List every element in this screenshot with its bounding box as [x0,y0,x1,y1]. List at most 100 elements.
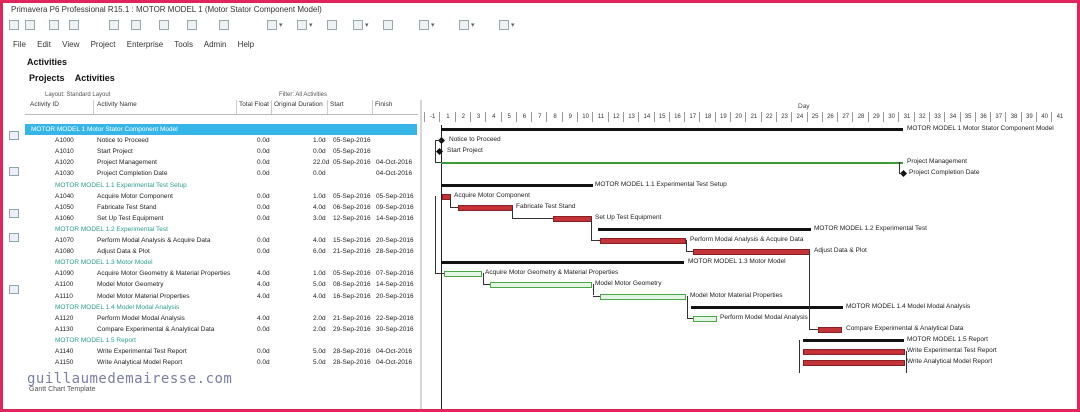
timescale-icon[interactable] [459,20,469,30]
sort-icon[interactable] [383,20,393,30]
summary-bar[interactable] [691,305,843,309]
table-row[interactable]: A1150 Write Analytical Model Report 0.0d 5.… [25,357,417,368]
filter-icon[interactable] [327,20,337,30]
summary-bar[interactable] [803,338,904,342]
day-cell: 15 [653,112,670,122]
critical-bar[interactable] [600,238,686,244]
refresh-icon[interactable] [69,20,79,30]
chevron-down-icon[interactable]: ▾ [471,21,475,29]
table-row[interactable]: A1030 Project Completion Date 0.0d 0.0d 04-O… [25,168,417,179]
layout-icon[interactable] [267,20,277,30]
wbs-icon[interactable] [9,131,19,140]
chevron-down-icon[interactable]: ▾ [431,21,435,29]
wbs-row[interactable]: MOTOR MODEL 1.3 Motor Model [25,257,417,268]
cursor-icon[interactable] [109,20,119,30]
print-icon[interactable] [499,20,509,30]
table-row[interactable]: A1090 Acquire Motor Geometry & Material P… [25,268,417,279]
table-row[interactable]: A1080 Adjust Data & Plot 0.0d 6.0d 21-Sep-20… [25,246,417,257]
table-row[interactable]: A1110 Model Motor Material Properties 4.0d… [25,291,417,302]
activity-bar[interactable] [693,315,717,322]
wbs-row[interactable]: MOTOR MODEL 1.4 Model Modal Analysis [25,302,417,313]
table-row[interactable]: A1070 Perform Modal Analysis & Acquire Da… [25,235,417,246]
col-finish[interactable]: Finish [375,101,392,108]
level-icon[interactable] [187,20,197,30]
group-icon[interactable] [353,20,363,30]
table-row[interactable]: A1020 Project Management 0.0d 22.0d 05-Sep-2… [25,157,417,168]
table-row[interactable]: A1120 Perform Model Modal Analysis 4.0d 2.0… [25,313,417,324]
resources-icon[interactable] [9,209,19,218]
menu-admin[interactable]: Admin [204,40,227,49]
col-activity-name[interactable]: Activity Name [97,101,137,108]
finish-cell: 04-Oct-2016 [376,359,413,367]
menu-tools[interactable]: Tools [174,40,193,49]
gantt-bar-label: Project Management [907,158,967,166]
day-cell: 11 [592,112,608,122]
menu-enterprise[interactable]: Enterprise [127,40,163,49]
activity-bar[interactable] [444,271,482,278]
summary-bar[interactable] [441,183,593,187]
menu-edit[interactable]: Edit [37,40,51,49]
tab-activities[interactable]: Activities [75,73,115,83]
critical-bar[interactable] [818,326,842,333]
pane-splitter[interactable] [420,100,422,409]
critical-bar[interactable] [803,360,905,367]
table-row[interactable]: A1100 Model Motor Geometry 4.0d 5.0d 08-Sep-… [25,279,417,290]
details-icon[interactable] [9,167,19,176]
col-total-float[interactable]: Total Float [239,101,269,108]
table-row[interactable]: A1010 Start Project 0.0d 0.0d 05-Sep-2016 [25,146,417,157]
column-divider[interactable] [327,100,328,114]
column-divider[interactable] [93,100,94,114]
expand-icon[interactable] [9,285,19,294]
critical-bar[interactable] [458,204,513,211]
table-row[interactable]: A1050 Fabricate Test Stand 0.0d 4.0d 06-Sep-… [25,202,417,213]
activity-bar[interactable] [600,293,686,300]
col-original-duration[interactable]: Original Duration [274,101,323,108]
wbs-row[interactable]: MOTOR MODEL 1.2 Experimental Test [25,224,417,235]
forward-icon[interactable] [25,20,35,30]
layout-label[interactable]: Layout: Standard Layout [45,92,110,98]
chevron-down-icon[interactable]: ▾ [279,21,283,29]
relationship-line [899,162,900,174]
critical-bar[interactable] [693,249,810,256]
column-divider[interactable] [271,100,272,114]
duration-cell: 0.0d [313,148,326,156]
table-row[interactable]: A1000 Notice to Proceed 0.0d 1.0d 05-Sep-201… [25,135,417,146]
day-cell: 3 [469,112,486,122]
schedule-icon[interactable] [159,20,169,30]
menu-project[interactable]: Project [91,40,116,49]
col-start[interactable]: Start [330,101,344,108]
activity-bar[interactable] [490,282,592,289]
calendar-icon[interactable] [219,20,229,30]
summary-bar[interactable] [598,227,811,231]
critical-bar[interactable] [803,349,905,355]
table-row[interactable]: A1140 Write Experimental Test Report 0.0d 5… [25,346,417,357]
menu-help[interactable]: Help [238,40,254,49]
table-row[interactable]: A1040 Acquire Motor Component 0.0d 1.0d 05-S… [25,191,417,202]
table-row[interactable]: A1060 Set Up Test Equipment 0.0d 3.0d 12-Sep… [25,213,417,224]
columns-icon[interactable] [297,20,307,30]
menu-file[interactable]: File [13,40,26,49]
column-divider[interactable] [236,100,237,114]
wbs-row[interactable]: MOTOR MODEL 1.1 Experimental Test Setup [25,180,417,191]
summary-bar[interactable] [441,128,903,131]
undo-icon[interactable] [49,20,59,30]
activity-id-cell: A1010 [55,148,74,156]
table-row[interactable]: A1130 Compare Experimental & Analytical D… [25,324,417,335]
column-divider[interactable] [372,100,373,114]
wbs-row[interactable]: MOTOR MODEL 1.5 Report [25,335,417,346]
zoom-icon[interactable] [131,20,141,30]
bars-icon[interactable] [419,20,429,30]
col-activity-id[interactable]: Activity ID [30,101,59,108]
critical-bar[interactable] [553,215,592,222]
back-icon[interactable] [9,20,19,30]
chevron-down-icon[interactable]: ▾ [511,21,515,29]
summary-bar[interactable] [441,261,684,265]
chevron-down-icon[interactable]: ▾ [365,21,369,29]
level-of-effort-bar[interactable] [441,162,903,165]
tab-projects[interactable]: Projects [29,73,65,83]
relationships-icon[interactable] [9,233,19,242]
chevron-down-icon[interactable]: ▾ [309,21,313,29]
wbs-row[interactable]: MOTOR MODEL 1 Motor Stator Component Mod… [25,124,417,135]
menu-view[interactable]: View [62,40,79,49]
filter-label[interactable]: Filter: All Activities [279,92,327,98]
